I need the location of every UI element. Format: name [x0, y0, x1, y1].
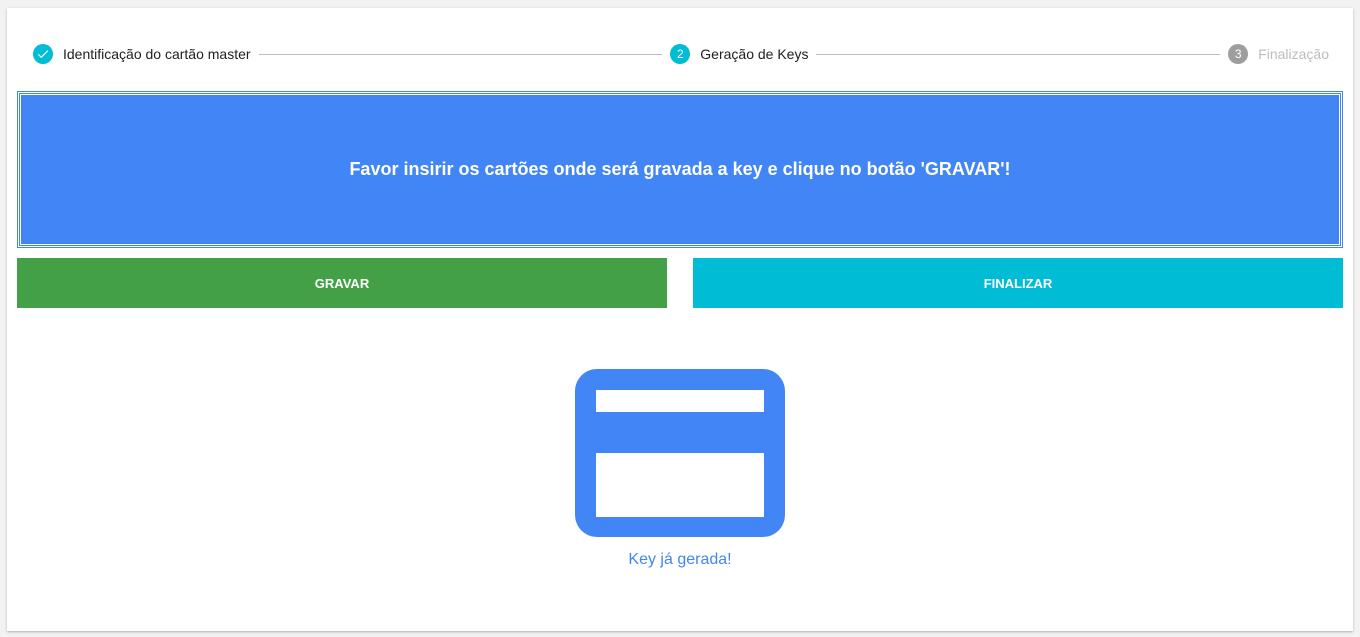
- stepper: Identificação do cartão master 2 Geração…: [33, 43, 1329, 65]
- step-3[interactable]: 3 Finalização: [1228, 44, 1329, 64]
- step-connector: [258, 53, 663, 55]
- step-1-label: Identificação do cartão master: [63, 46, 251, 62]
- banner-message: Favor insirir os cartões onde será grava…: [19, 93, 1341, 246]
- finalizar-button[interactable]: FINALIZAR: [693, 258, 1343, 308]
- step-2-label: Geração de Keys: [700, 46, 809, 62]
- step-3-number: 3: [1228, 44, 1249, 64]
- credit-card-icon: [575, 369, 785, 537]
- check-icon: [33, 44, 53, 64]
- main-card: Identificação do cartão master 2 Geração…: [7, 8, 1353, 631]
- gravar-button[interactable]: GRAVAR: [17, 258, 667, 308]
- step-1[interactable]: Identificação do cartão master: [33, 44, 251, 64]
- key-status-text: Key já gerada!: [628, 551, 732, 568]
- step-connector: [816, 53, 1221, 55]
- instruction-banner: Favor insirir os cartões onde será grava…: [17, 91, 1343, 248]
- step-2-number: 2: [670, 44, 691, 64]
- step-3-label: Finalização: [1258, 46, 1330, 62]
- step-2[interactable]: 2 Geração de Keys: [670, 44, 808, 64]
